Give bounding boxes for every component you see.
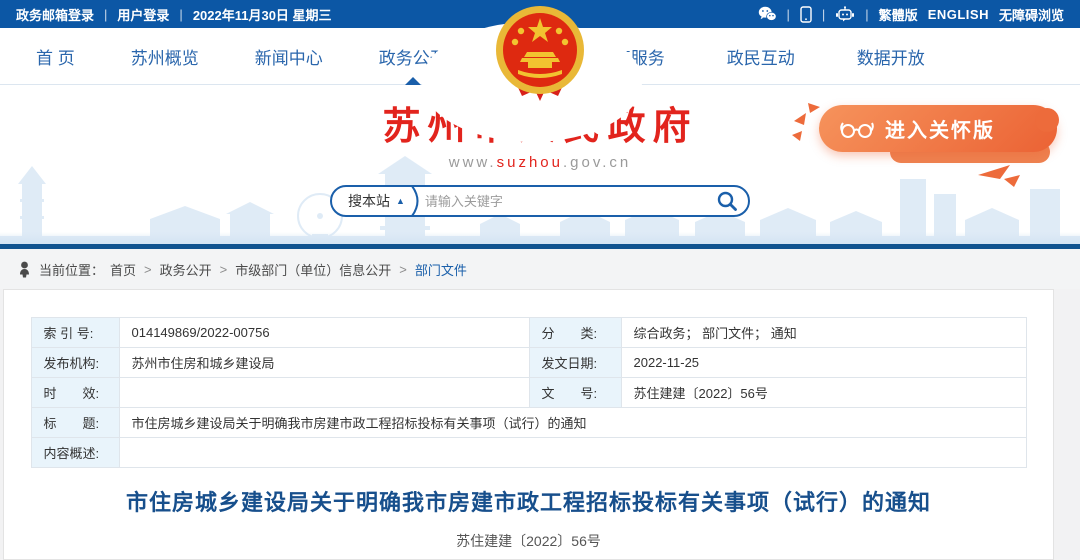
table-row: 标 题: 市住房城乡建设局关于明确我市房建市政工程招标投标有关事项（试行）的通知 [31,408,1026,438]
national-emblem [490,4,590,109]
issue-date-value: 2022-11-25 [621,348,1026,378]
doc-number-value: 苏住建建〔2022〕56号 [621,378,1026,408]
separator: | [179,7,182,22]
url-suffix: .gov.cn [563,154,631,171]
search-scope-label: 搜本站 [348,191,390,211]
scope-divider-curve [411,186,423,216]
breadcrumb-item-gov-affairs[interactable]: 政务公开 [160,260,212,279]
breadcrumb-separator: > [220,262,228,277]
separator: | [787,7,790,22]
english-version-link[interactable]: ENGLISH [928,7,989,22]
breadcrumb-separator: > [144,262,152,277]
category-label: 分 类: [529,318,621,348]
accessibility-link[interactable]: 无障碍浏览 [999,5,1064,24]
nav-item-suzhou-overview[interactable]: 苏州概览 [131,28,199,85]
user-login-link[interactable]: 用户登录 [117,5,169,24]
search-button[interactable] [716,190,738,212]
separator: | [104,7,107,22]
arrow-decoration-right [976,161,1032,191]
issue-date-label: 发文日期: [529,348,621,378]
location-pin-icon [18,261,31,278]
summary-label: 内容概述: [31,438,119,468]
separator: | [865,7,868,22]
validity-value [119,378,529,408]
traditional-version-link[interactable]: 繁體版 [879,5,918,24]
document-metadata-table: 索 引 号: 014149869/2022-00756 分 类: 综合政务； 部… [31,317,1027,468]
breadcrumb-separator: > [399,262,407,277]
article-title: 市住房城乡建设局关于明确我市房建市政工程招标投标有关事项（试行）的通知 [4,485,1053,517]
document-card: 索 引 号: 014149869/2022-00756 分 类: 综合政务； 部… [3,289,1054,560]
article-doc-number: 苏住建建〔2022〕56号 [4,531,1053,551]
category-value: 综合政务； 部门文件； 通知 [621,318,1026,348]
nav-item-home[interactable]: 首 页 [36,28,75,85]
wechat-icon[interactable] [758,6,777,22]
issuing-agency-value: 苏州市住房和城乡建设局 [119,348,529,378]
issuing-agency-label: 发布机构: [31,348,119,378]
mail-login-link[interactable]: 政务邮箱登录 [16,5,94,24]
current-date: 2022年11月30日 星期三 [193,5,332,24]
table-row: 时 效: 文 号: 苏住建建〔2022〕56号 [31,378,1026,408]
main-content-area: 索 引 号: 014149869/2022-00756 分 类: 综合政务； 部… [0,289,1080,560]
title-value: 市住房城乡建设局关于明确我市房建市政工程招标投标有关事项（试行）的通知 [119,408,1026,438]
nav-item-news-center[interactable]: 新闻中心 [255,28,323,85]
title-label: 标 题: [31,408,119,438]
validity-label: 时 效: [31,378,119,408]
search-icon [716,190,738,212]
breadcrumb-item-dept-disclosure[interactable]: 市级部门（单位）信息公开 [235,260,391,279]
breadcrumb-item-dept-documents: 部门文件 [415,260,467,279]
table-row: 内容概述: [31,438,1026,468]
care-version-area: 进入关怀版 [790,99,1060,191]
care-button-label: 进入关怀版 [885,114,995,143]
separator: | [822,7,825,22]
index-number-value: 014149869/2022-00756 [119,318,529,348]
dot-decoration-top-right [1034,107,1060,133]
glasses-icon [839,119,875,139]
search-input[interactable] [425,194,716,209]
doc-number-label: 文 号: [529,378,621,408]
nav-item-interaction[interactable]: 政民互动 [727,28,795,85]
index-number-label: 索 引 号: [31,318,119,348]
mobile-icon[interactable] [800,6,812,23]
table-row: 发布机构: 苏州市住房和城乡建设局 发文日期: 2022-11-25 [31,348,1026,378]
chevron-up-icon: ▲ [396,196,405,206]
breadcrumb-item-home[interactable]: 首页 [110,260,136,279]
table-row: 索 引 号: 014149869/2022-00756 分 类: 综合政务； 部… [31,318,1026,348]
search-scope-dropdown[interactable]: 搜本站 ▲ [348,191,405,211]
url-prefix: www. [449,154,497,171]
robot-icon[interactable] [835,6,855,23]
care-version-button[interactable]: 进入关怀版 [819,105,1057,152]
breadcrumb: 当前位置： 首页 > 政务公开 > 市级部门（单位）信息公开 > 部门文件 [0,249,1080,289]
summary-value [119,438,1026,468]
breadcrumb-label: 当前位置： [39,260,104,279]
nav-item-open-data[interactable]: 数据开放 [857,28,925,85]
site-search-bar: 搜本站 ▲ [330,185,750,217]
url-mid: suzhou [497,154,563,171]
